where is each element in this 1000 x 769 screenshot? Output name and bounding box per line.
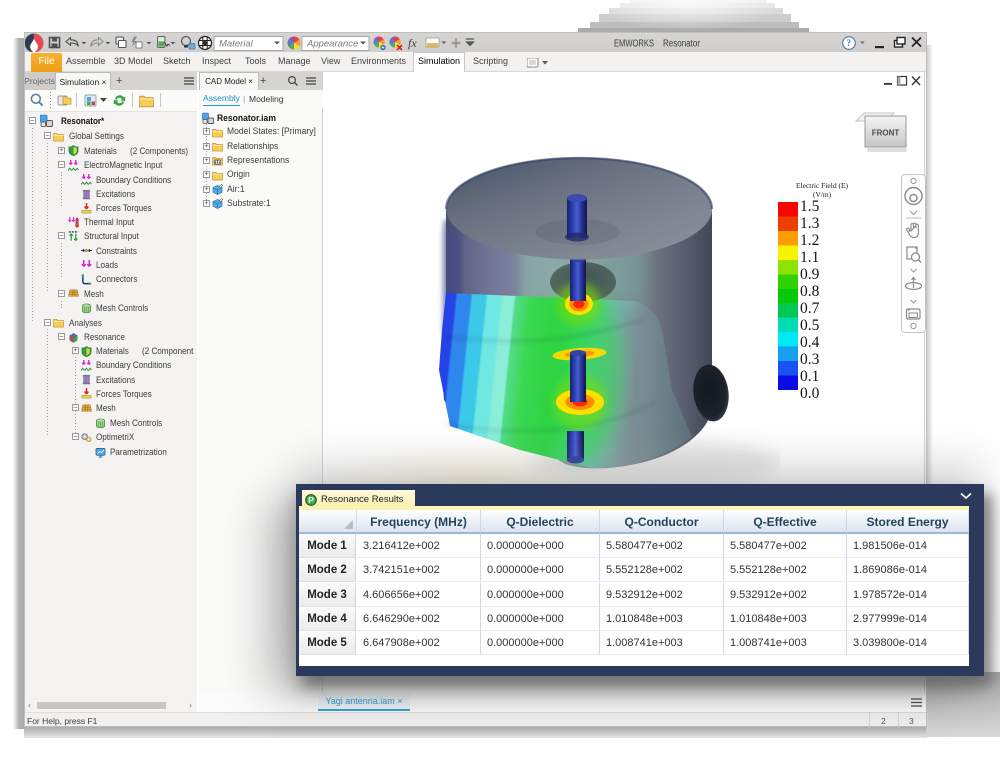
svg-text:Material: Material <box>219 39 254 50</box>
svg-text:Appearance: Appearance <box>306 39 358 50</box>
svg-text:P: P <box>308 495 314 505</box>
svg-text:EMWORKS: EMWORKS <box>614 39 654 50</box>
svg-text:FRONT: FRONT <box>872 129 900 138</box>
svg-text:Resonator: Resonator <box>663 39 701 50</box>
svg-text:?: ? <box>847 38 852 48</box>
svg-text:fx: fx <box>408 36 417 50</box>
